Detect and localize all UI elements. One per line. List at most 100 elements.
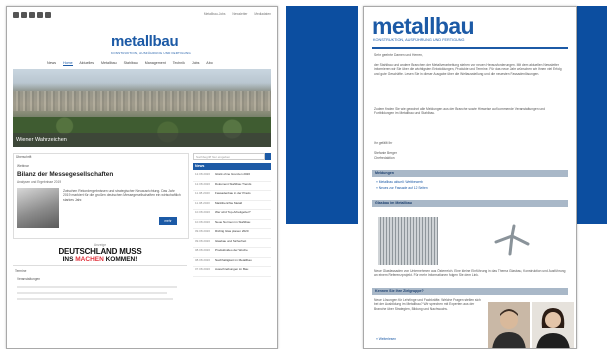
article-text: Zwischen Rekordergebnissen und strategis… xyxy=(63,189,181,202)
ad-word-machen: MACHEN xyxy=(75,256,104,263)
news-title: Wer wird Top-Arbeitgeber? xyxy=(215,210,251,214)
newsletter-link-2[interactable]: » Neues zur Fassade auf 12 Seiten xyxy=(376,186,428,190)
search-icon[interactable] xyxy=(265,153,271,160)
top-links: Metallbau-Jobs Newsletter Mediadaten xyxy=(198,12,271,16)
article-image[interactable] xyxy=(17,188,59,228)
news-title: Ausschreibungen im Bau xyxy=(215,267,249,271)
newsletter-divider xyxy=(372,47,568,49)
list-item[interactable]: 12.08.2020 Dokument Stahlbau Trends xyxy=(193,181,271,191)
nav-item-aktuelles[interactable]: Aktuelles xyxy=(79,61,94,65)
nav-item-metallbau[interactable]: Metallbau xyxy=(101,61,117,65)
list-item[interactable]: 08.08.2020 Nachhaltigkeit im Metallbau xyxy=(193,257,271,267)
news-title: Nachhaltigkeit im Metallbau xyxy=(215,257,252,262)
ad-word-kommen: KOMMEN! xyxy=(105,256,138,263)
nav-item-management[interactable]: Management xyxy=(145,61,166,65)
nav-item-abo[interactable]: Abo xyxy=(206,61,212,65)
termine-text: Veranstaltungen xyxy=(17,277,41,281)
newsletter-signoff: Ihr gefällt Ihr xyxy=(374,141,393,145)
news-date: 07.08.2020 xyxy=(195,267,211,271)
person-photo-woman xyxy=(532,302,574,348)
news-date: 12.08.2020 xyxy=(195,172,211,176)
nav-item-home[interactable]: Home xyxy=(63,61,73,66)
section-label: Überschrift xyxy=(16,155,32,159)
newsletter-link-1[interactable]: » Metallbau aktuell: Wettbewerb xyxy=(376,180,423,184)
ad-banner[interactable]: Anzeige DEUTSCHLAND MUSS INS MACHEN KOMM… xyxy=(13,241,187,263)
main-nav: News Home Aktuelles Metallbau Stahlbau M… xyxy=(47,61,219,66)
search-input[interactable]: Suchbegriff hier eingeben xyxy=(193,153,265,160)
news-date: 10.08.2020 xyxy=(195,210,211,214)
placeholder-line xyxy=(17,286,177,288)
instagram-icon[interactable] xyxy=(45,12,51,18)
ad-word-ins: INS xyxy=(62,256,74,263)
blue-panel-left xyxy=(286,6,358,224)
rss-icon[interactable] xyxy=(37,12,43,18)
site-tagline: KONSTRUKTION, AUSFÜHRUNG UND FERTIGUNG xyxy=(111,51,191,55)
newsletter-logo[interactable]: metallbau xyxy=(372,13,475,40)
list-item[interactable]: 09.08.2020 Glasbau und Sicherheit xyxy=(193,238,271,248)
newsletter-greeting: Sehr geehrte Damen und Herren, xyxy=(374,53,423,57)
newsletter-intro-2: Zudem finden Sie wie gewohnt alle Meldun… xyxy=(374,107,545,116)
list-item[interactable]: 12.08.2020 Glück ohne Grenzen 2020 xyxy=(193,172,271,182)
article-subtitle: Analysen und Ergebnisse 2019 xyxy=(17,180,62,184)
list-item[interactable]: 07.08.2020 Ausschreibungen im Bau xyxy=(193,267,271,277)
news-title: Fassadenbau in der Praxis xyxy=(215,191,251,195)
news-date: 09.08.2020 xyxy=(195,229,211,233)
top-link-mediadaten[interactable]: Mediadaten xyxy=(254,12,271,16)
newsletter-tagline: KONSTRUKTION, AUSFÜHRUNG UND FERTIGUNG xyxy=(373,38,465,42)
termine-box: Termine Veranstaltungen xyxy=(13,265,187,306)
news-date: 11.08.2020 xyxy=(195,200,210,205)
section-featured: Glasbau im Metallbau xyxy=(372,200,568,207)
nav-item-stahlbau[interactable]: Stahlbau xyxy=(124,61,138,65)
facebook-icon[interactable] xyxy=(21,12,27,18)
nav-item-news[interactable]: News xyxy=(47,61,56,65)
list-item[interactable]: 11.08.2020 Fassadenbau in der Praxis xyxy=(193,191,271,201)
section-question: Kennen Sie Ihre Zielgruppe? xyxy=(372,288,568,295)
top-link-jobs[interactable]: Metallbau-Jobs xyxy=(204,12,227,16)
news-date: 08.08.2020 xyxy=(195,257,211,262)
nav-item-jobs[interactable]: Jobs xyxy=(192,61,200,65)
site-logo[interactable]: metallbau xyxy=(111,33,179,50)
question-text: Neue Lösungen für Lehrlinge und Fachkräf… xyxy=(374,298,481,311)
news-date: 10.08.2020 xyxy=(195,219,211,224)
structure-image[interactable] xyxy=(492,222,532,258)
section-meldungen: Meldungen xyxy=(372,170,568,177)
newsletter-preview: metallbau KONSTRUKTION, AUSFÜHRUNG UND F… xyxy=(363,6,577,349)
newsletter-signer-name: Stefanie Berger xyxy=(374,151,397,155)
featured-text: Neue Glasfassaden von Unternehmen aus Ös… xyxy=(374,269,566,278)
termine-label: Termine xyxy=(15,269,27,273)
list-item[interactable]: 08.08.2020 Produktvideo der Woche xyxy=(193,248,271,258)
twitter-icon[interactable] xyxy=(29,12,35,18)
news-title: Produktvideo der Woche xyxy=(215,248,248,252)
top-link-newsletter[interactable]: Newsletter xyxy=(232,12,247,16)
hero-cityscape xyxy=(13,91,271,111)
hero-caption: Wiener Wahrzeichen xyxy=(13,133,271,147)
ad-line-2: INS MACHEN KOMMEN! xyxy=(13,256,187,263)
list-item[interactable]: 10.08.2020 Neue Normen im Stahlbau xyxy=(193,219,271,229)
website-topbar: Metallbau-Jobs Newsletter Mediadaten xyxy=(7,7,277,23)
nav-item-technik[interactable]: Technik xyxy=(173,61,185,65)
news-date: 11.08.2020 xyxy=(195,191,210,195)
ad-line-1: DEUTSCHLAND MUSS xyxy=(58,247,142,256)
news-title: Glasbau und Sicherheit xyxy=(215,238,247,243)
more-button[interactable]: mehr xyxy=(159,217,177,225)
list-item[interactable]: 09.08.2020 Richtig Glas planen 2020 xyxy=(193,229,271,239)
list-item[interactable]: 10.08.2020 Wer wird Top-Arbeitgeber? xyxy=(193,210,271,220)
glass-building-image[interactable] xyxy=(378,217,438,265)
read-more-link[interactable]: » Weiterlesen xyxy=(376,337,396,341)
article-title[interactable]: Bilanz der Messegesellschaften xyxy=(17,171,113,178)
news-title: Dokument Stahlbau Trends xyxy=(215,181,252,186)
news-title: Neue Normen im Stahlbau xyxy=(215,219,251,224)
news-title: Marktberichte Metall xyxy=(215,200,243,205)
list-item[interactable]: 11.08.2020 Marktberichte Metall xyxy=(193,200,271,210)
person-photo-man xyxy=(488,302,530,348)
newsletter-intro: der Stahlbau und andere Branchen der Met… xyxy=(374,63,562,76)
share-icon[interactable] xyxy=(13,12,19,18)
placeholder-line xyxy=(17,292,167,294)
placeholder-line xyxy=(17,298,173,300)
news-date: 12.08.2020 xyxy=(195,181,211,186)
news-title: Richtig Glas planen 2020 xyxy=(215,229,249,233)
news-date: 09.08.2020 xyxy=(195,238,211,243)
news-title: Glück ohne Grenzen 2020 xyxy=(215,172,251,176)
blue-panel-right xyxy=(573,6,607,224)
news-list: 12.08.2020 Glück ohne Grenzen 2020 12.08.… xyxy=(193,172,271,277)
